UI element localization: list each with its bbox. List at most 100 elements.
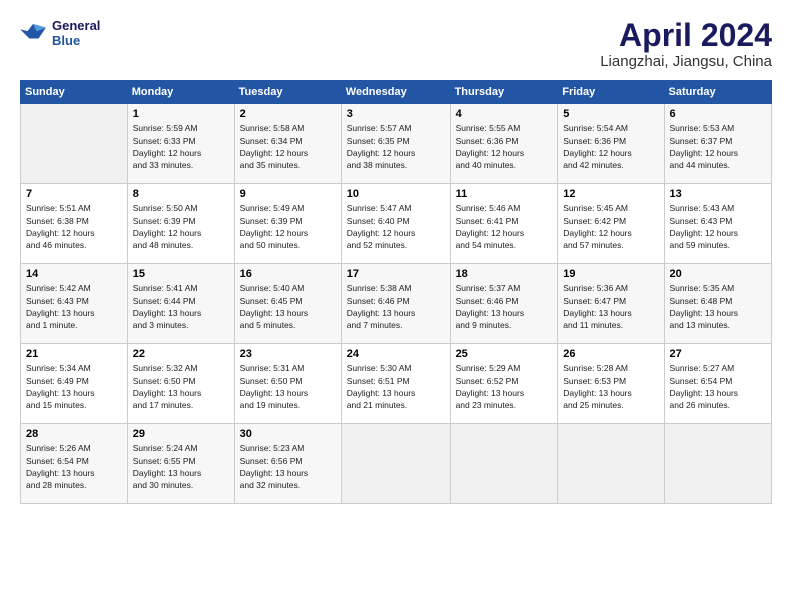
day-cell: 13 Sunrise: 5:43 AM Sunset: 6:43 PM Dayli… [664, 184, 771, 264]
day-number: 23 [240, 348, 336, 360]
day-info: Sunrise: 5:36 AM Sunset: 6:47 PM Dayligh… [563, 282, 658, 331]
logo-text: General Blue [52, 18, 100, 48]
day-info: Sunrise: 5:38 AM Sunset: 6:46 PM Dayligh… [347, 282, 445, 331]
day-number: 19 [563, 268, 658, 280]
day-cell [664, 424, 771, 504]
day-cell: 22 Sunrise: 5:32 AM Sunset: 6:50 PM Dayli… [127, 344, 234, 424]
calendar-table: SundayMondayTuesdayWednesdayThursdayFrid… [20, 80, 772, 504]
day-cell [21, 104, 128, 184]
column-header-thursday: Thursday [450, 81, 558, 104]
day-cell: 23 Sunrise: 5:31 AM Sunset: 6:50 PM Dayli… [234, 344, 341, 424]
day-cell [450, 424, 558, 504]
day-number: 26 [563, 348, 658, 360]
day-info: Sunrise: 5:50 AM Sunset: 6:39 PM Dayligh… [133, 202, 229, 251]
day-info: Sunrise: 5:51 AM Sunset: 6:38 PM Dayligh… [26, 202, 122, 251]
day-number: 7 [26, 188, 122, 200]
day-number: 8 [133, 188, 229, 200]
day-info: Sunrise: 5:46 AM Sunset: 6:41 PM Dayligh… [456, 202, 553, 251]
column-header-friday: Friday [558, 81, 664, 104]
day-number: 15 [133, 268, 229, 280]
day-info: Sunrise: 5:45 AM Sunset: 6:42 PM Dayligh… [563, 202, 658, 251]
day-cell: 18 Sunrise: 5:37 AM Sunset: 6:46 PM Dayli… [450, 264, 558, 344]
day-info: Sunrise: 5:58 AM Sunset: 6:34 PM Dayligh… [240, 122, 336, 171]
day-number: 6 [670, 108, 766, 120]
day-cell: 27Sunrise: 5:27 AM Sunset: 6:54 PM Dayli… [664, 344, 771, 424]
day-info: Sunrise: 5:37 AM Sunset: 6:46 PM Dayligh… [456, 282, 553, 331]
day-cell: 16 Sunrise: 5:40 AM Sunset: 6:45 PM Dayli… [234, 264, 341, 344]
month-title: April 2024 [600, 18, 772, 53]
day-info: Sunrise: 5:29 AM Sunset: 6:52 PM Dayligh… [456, 362, 553, 411]
day-info: Sunrise: 5:26 AM Sunset: 6:54 PM Dayligh… [26, 442, 122, 491]
day-cell: 19 Sunrise: 5:36 AM Sunset: 6:47 PM Dayli… [558, 264, 664, 344]
day-cell: 14 Sunrise: 5:42 AM Sunset: 6:43 PM Dayli… [21, 264, 128, 344]
day-info: Sunrise: 5:53 AM Sunset: 6:37 PM Dayligh… [670, 122, 766, 171]
day-cell: 28 Sunrise: 5:26 AM Sunset: 6:54 PM Dayli… [21, 424, 128, 504]
day-info: Sunrise: 5:42 AM Sunset: 6:43 PM Dayligh… [26, 282, 122, 331]
day-number: 16 [240, 268, 336, 280]
column-header-saturday: Saturday [664, 81, 771, 104]
header-row: SundayMondayTuesdayWednesdayThursdayFrid… [21, 81, 772, 104]
day-cell: 15 Sunrise: 5:41 AM Sunset: 6:44 PM Dayli… [127, 264, 234, 344]
day-number: 22 [133, 348, 229, 360]
column-header-monday: Monday [127, 81, 234, 104]
day-cell: 24 Sunrise: 5:30 AM Sunset: 6:51 PM Dayli… [341, 344, 450, 424]
week-row: 21 Sunrise: 5:34 AM Sunset: 6:49 PM Dayli… [21, 344, 772, 424]
day-info: Sunrise: 5:41 AM Sunset: 6:44 PM Dayligh… [133, 282, 229, 331]
day-number: 14 [26, 268, 122, 280]
day-cell: 4 Sunrise: 5:55 AM Sunset: 6:36 PM Daylig… [450, 104, 558, 184]
day-info: Sunrise: 5:23 AM Sunset: 6:56 PM Dayligh… [240, 442, 336, 491]
column-header-sunday: Sunday [21, 81, 128, 104]
day-cell: 7 Sunrise: 5:51 AM Sunset: 6:38 PM Daylig… [21, 184, 128, 264]
day-cell: 26Sunrise: 5:28 AM Sunset: 6:53 PM Dayli… [558, 344, 664, 424]
day-cell: 1Sunrise: 5:59 AM Sunset: 6:33 PM Daylig… [127, 104, 234, 184]
week-row: 7 Sunrise: 5:51 AM Sunset: 6:38 PM Daylig… [21, 184, 772, 264]
day-info: Sunrise: 5:54 AM Sunset: 6:36 PM Dayligh… [563, 122, 658, 171]
day-info: Sunrise: 5:43 AM Sunset: 6:43 PM Dayligh… [670, 202, 766, 251]
week-row: 28 Sunrise: 5:26 AM Sunset: 6:54 PM Dayli… [21, 424, 772, 504]
day-number: 10 [347, 188, 445, 200]
day-info: Sunrise: 5:31 AM Sunset: 6:50 PM Dayligh… [240, 362, 336, 411]
day-info: Sunrise: 5:55 AM Sunset: 6:36 PM Dayligh… [456, 122, 553, 171]
day-number: 21 [26, 348, 122, 360]
day-cell: 3 Sunrise: 5:57 AM Sunset: 6:35 PM Daylig… [341, 104, 450, 184]
day-number: 30 [240, 428, 336, 440]
day-cell: 21 Sunrise: 5:34 AM Sunset: 6:49 PM Dayli… [21, 344, 128, 424]
day-cell: 10 Sunrise: 5:47 AM Sunset: 6:40 PM Dayli… [341, 184, 450, 264]
title-area: April 2024 Liangzhai, Jiangsu, China [600, 18, 772, 70]
day-cell: 20 Sunrise: 5:35 AM Sunset: 6:48 PM Dayli… [664, 264, 771, 344]
column-header-tuesday: Tuesday [234, 81, 341, 104]
day-number: 24 [347, 348, 445, 360]
day-number: 17 [347, 268, 445, 280]
day-info: Sunrise: 5:30 AM Sunset: 6:51 PM Dayligh… [347, 362, 445, 411]
day-info: Sunrise: 5:35 AM Sunset: 6:48 PM Dayligh… [670, 282, 766, 331]
week-row: 14 Sunrise: 5:42 AM Sunset: 6:43 PM Dayli… [21, 264, 772, 344]
day-number: 13 [670, 188, 766, 200]
day-info: Sunrise: 5:34 AM Sunset: 6:49 PM Dayligh… [26, 362, 122, 411]
header: General Blue April 2024 Liangzhai, Jiang… [20, 18, 772, 70]
day-cell: 6 Sunrise: 5:53 AM Sunset: 6:37 PM Daylig… [664, 104, 771, 184]
page: General Blue April 2024 Liangzhai, Jiang… [0, 0, 792, 612]
day-cell [341, 424, 450, 504]
day-cell: 25 Sunrise: 5:29 AM Sunset: 6:52 PM Dayli… [450, 344, 558, 424]
day-number: 20 [670, 268, 766, 280]
day-info: Sunrise: 5:40 AM Sunset: 6:45 PM Dayligh… [240, 282, 336, 331]
day-cell: 9Sunrise: 5:49 AM Sunset: 6:39 PM Daylig… [234, 184, 341, 264]
day-info: Sunrise: 5:24 AM Sunset: 6:55 PM Dayligh… [133, 442, 229, 491]
day-number: 27 [670, 348, 766, 360]
location: Liangzhai, Jiangsu, China [600, 53, 772, 70]
day-cell: 30 Sunrise: 5:23 AM Sunset: 6:56 PM Dayli… [234, 424, 341, 504]
day-info: Sunrise: 5:32 AM Sunset: 6:50 PM Dayligh… [133, 362, 229, 411]
day-cell: 17 Sunrise: 5:38 AM Sunset: 6:46 PM Dayli… [341, 264, 450, 344]
day-number: 29 [133, 428, 229, 440]
day-number: 4 [456, 108, 553, 120]
day-number: 28 [26, 428, 122, 440]
day-cell: 5Sunrise: 5:54 AM Sunset: 6:36 PM Daylig… [558, 104, 664, 184]
day-info: Sunrise: 5:49 AM Sunset: 6:39 PM Dayligh… [240, 202, 336, 251]
day-number: 3 [347, 108, 445, 120]
day-number: 18 [456, 268, 553, 280]
day-cell: 12Sunrise: 5:45 AM Sunset: 6:42 PM Dayli… [558, 184, 664, 264]
day-number: 25 [456, 348, 553, 360]
day-number: 1 [133, 108, 229, 120]
day-info: Sunrise: 5:47 AM Sunset: 6:40 PM Dayligh… [347, 202, 445, 251]
day-info: Sunrise: 5:57 AM Sunset: 6:35 PM Dayligh… [347, 122, 445, 171]
